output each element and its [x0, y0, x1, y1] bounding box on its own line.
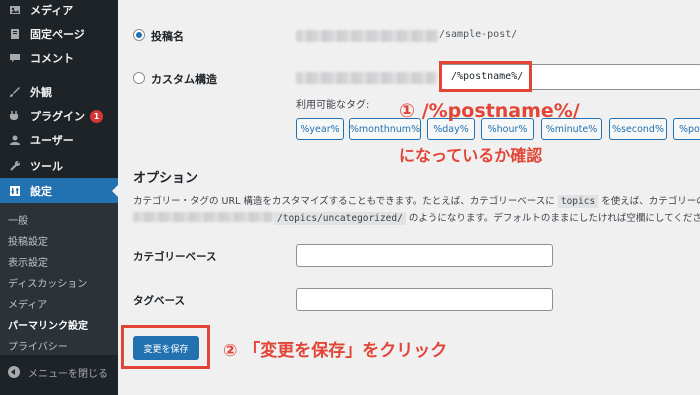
- submenu-item-general[interactable]: 一般: [8, 212, 28, 227]
- submenu-item-discussion[interactable]: ディスカッション: [8, 275, 87, 290]
- available-tags-label: 利用可能なタグ:: [296, 100, 370, 111]
- wrench-icon: [8, 159, 22, 173]
- sidebar-item-label: 外観: [30, 86, 52, 99]
- desc1-text-b: を使えば、カテゴリーの: [601, 196, 700, 207]
- tag-button-second[interactable]: %second%: [609, 118, 667, 140]
- annotation-highlight-save: [121, 325, 210, 369]
- tag-button-post[interactable]: %pos: [673, 118, 700, 140]
- sidebar-item-label: プラグイン: [30, 110, 85, 123]
- tag-base-label: タグベース: [133, 295, 185, 307]
- annotation-1-line2: になっているか確認: [399, 146, 543, 165]
- post-name-example: /sample-post/: [439, 29, 518, 40]
- sidebar-item-users[interactable]: ユーザー: [0, 127, 118, 153]
- sidebar-item-label: 固定ページ: [30, 28, 85, 41]
- submenu-item-reading[interactable]: 表示設定: [8, 254, 48, 269]
- sidebar-item-label: ユーザー: [30, 134, 74, 147]
- sidebar-item-tools[interactable]: ツール: [0, 153, 118, 179]
- blurred-site-url: [133, 212, 273, 222]
- sidebar-item-media[interactable]: メディア: [0, 0, 118, 23]
- custom-structure-label: カスタム構造: [151, 73, 217, 86]
- category-base-input[interactable]: [296, 244, 553, 267]
- sidebar-item-comments[interactable]: コメント: [0, 45, 118, 71]
- options-description-2: /topics/uncategorized/ のようになります。デフォルトのまま…: [274, 210, 700, 225]
- media-icon: [8, 3, 22, 17]
- comment-icon: [8, 51, 22, 65]
- submenu-item-media[interactable]: メディア: [8, 296, 47, 311]
- sidebar-item-label: 設定: [30, 185, 52, 198]
- active-indicator: [112, 185, 118, 197]
- sidebar-item-plugins[interactable]: プラグイン 1: [0, 103, 118, 129]
- annotation-highlight-custom: [439, 61, 532, 92]
- collapse-menu-button[interactable]: メニューを閉じる: [0, 361, 118, 383]
- submenu-item-privacy[interactable]: プライバシー: [8, 338, 68, 353]
- update-count-badge: 1: [90, 109, 103, 123]
- sidebar-item-label: メディア: [30, 4, 74, 17]
- desc1-text-a: カテゴリー・タグの URL 構造をカスタマイズすることもできます。たとえば、カテ…: [133, 196, 555, 207]
- blurred-site-url: [296, 72, 436, 84]
- desc2-text-b: のようになります。デフォルトのままにしたければ空欄にしてください: [408, 213, 700, 224]
- submenu-item-permalinks[interactable]: パーマリンク設定: [8, 317, 88, 332]
- desc2-code: /topics/uncategorized/: [274, 212, 406, 225]
- tag-button-year[interactable]: %year%: [296, 118, 344, 140]
- settings-icon: [8, 184, 22, 198]
- brush-icon: [8, 85, 22, 99]
- user-icon: [8, 133, 22, 147]
- options-description-1: カテゴリー・タグの URL 構造をカスタマイズすることもできます。たとえば、カテ…: [133, 193, 700, 208]
- submenu-item-writing[interactable]: 投稿設定: [8, 233, 48, 248]
- tag-base-input[interactable]: [296, 288, 553, 311]
- annotation-2: ② 「変更を保存」をクリック: [223, 341, 448, 361]
- page-icon: [8, 27, 22, 41]
- options-heading: オプション: [133, 171, 199, 186]
- settings-submenu: 一般 投稿設定 表示設定 ディスカッション メディア パーマリンク設定 プライバ…: [0, 203, 118, 355]
- annotation-1-line1: ① /%postname%/: [399, 100, 580, 122]
- sidebar-item-settings[interactable]: 設定: [0, 178, 118, 204]
- sidebar-item-pages[interactable]: 固定ページ: [0, 21, 118, 47]
- category-base-label: カテゴリーベース: [133, 251, 217, 263]
- sidebar-item-appearance[interactable]: 外観: [0, 79, 118, 105]
- desc1-code: topics: [557, 195, 599, 208]
- post-name-label: 投稿名: [151, 30, 184, 43]
- sidebar-item-label: コメント: [30, 52, 74, 65]
- collapse-icon: [8, 366, 20, 378]
- collapse-menu-label: メニューを閉じる: [28, 368, 108, 380]
- admin-sidebar: メディア 固定ページ コメント 外観 プラグイン 1 ユーザー ツール 設定 一…: [0, 0, 118, 395]
- plugin-icon: [8, 109, 22, 123]
- blurred-site-url: [296, 30, 438, 42]
- radio-custom-structure[interactable]: [133, 72, 145, 84]
- sidebar-item-label: ツール: [30, 160, 63, 173]
- radio-post-name[interactable]: [133, 29, 145, 41]
